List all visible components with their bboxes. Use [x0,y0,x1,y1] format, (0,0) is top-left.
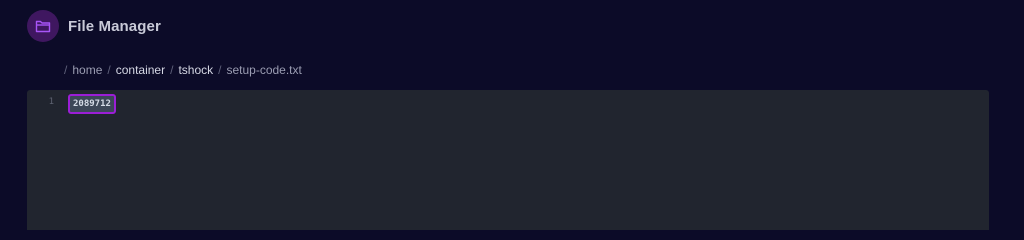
selected-text[interactable]: 2089712 [68,94,116,114]
breadcrumb-separator: / [218,63,222,77]
breadcrumb-item-container[interactable]: container [116,63,165,77]
breadcrumb-separator: / [170,63,174,77]
line-number: 1 [48,97,54,107]
breadcrumb: / home / container / tshock / setup-code… [64,63,302,77]
breadcrumb-item-home[interactable]: home [72,63,102,77]
breadcrumb-separator: / [64,63,68,77]
code-editor[interactable]: 1 2089712 [27,90,989,230]
breadcrumb-item-tshock[interactable]: tshock [178,63,213,77]
code-line[interactable]: 2089712 [68,94,116,114]
file-manager-page: File Manager / home / container / tshock… [0,0,1024,230]
breadcrumb-current-file: setup-code.txt [226,63,302,77]
folder-open-icon [27,10,59,42]
breadcrumb-separator: / [107,63,111,77]
header: File Manager [27,10,161,42]
page-title: File Manager [68,17,161,35]
